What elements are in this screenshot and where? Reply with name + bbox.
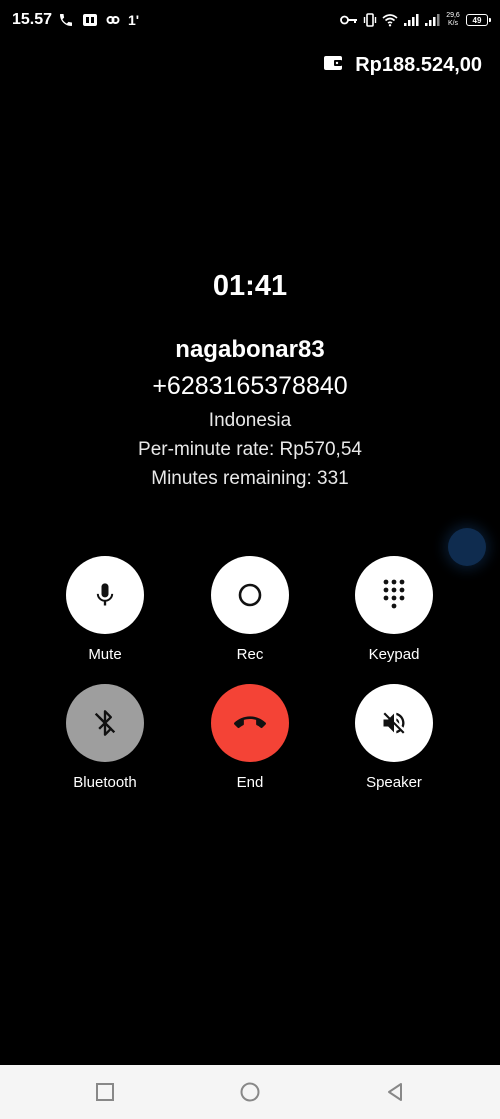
per-minute-rate: Per-minute rate: Rp570,54 — [138, 439, 362, 460]
link-icon — [106, 13, 120, 27]
signal-icon — [424, 13, 440, 27]
keypad-circle[interactable] — [355, 556, 433, 634]
end-call-label: End — [236, 774, 264, 791]
key-icon — [340, 14, 358, 26]
speaker-label: Speaker — [366, 774, 422, 791]
status-right-icons: 29,6 K/s 49 — [340, 9, 491, 31]
mute-label: Mute — [88, 646, 122, 663]
recent-apps-icon[interactable] — [90, 1077, 120, 1107]
balance-amount: Rp188.524,00 — [355, 53, 482, 76]
record-button[interactable]: Rec — [190, 556, 310, 663]
keypad-button[interactable]: Keypad — [334, 556, 454, 663]
hang-up-icon — [234, 707, 266, 739]
call-timer: 01:41 — [212, 270, 288, 302]
dialpad-icon — [381, 578, 407, 612]
bluetooth-circle[interactable] — [66, 684, 144, 762]
status-left-icons: 1' — [58, 9, 139, 31]
speaker-button[interactable]: Speaker — [334, 684, 454, 791]
sim-icon — [82, 12, 98, 28]
end-call-circle[interactable] — [211, 684, 289, 762]
balance: Rp188.524,00 — [323, 52, 482, 78]
country: Indonesia — [208, 410, 292, 431]
bluetooth-button[interactable]: Bluetooth — [45, 684, 165, 791]
navigation-bar — [0, 1065, 500, 1119]
signal-icon — [403, 13, 419, 27]
back-icon[interactable] — [380, 1077, 410, 1107]
home-icon[interactable] — [235, 1077, 265, 1107]
microphone-icon — [91, 581, 119, 609]
record-label: Rec — [236, 646, 264, 663]
mute-button[interactable]: Mute — [45, 556, 165, 663]
bluetooth-label: Bluetooth — [73, 774, 137, 791]
contact-name: nagabonar83 — [175, 336, 325, 363]
speaker-off-icon — [380, 709, 408, 737]
mute-circle[interactable] — [66, 556, 144, 634]
bluetooth-disabled-icon — [91, 709, 119, 737]
record-icon — [236, 581, 264, 609]
battery-level: 49 — [472, 15, 482, 25]
end-call-button[interactable]: End — [190, 684, 310, 791]
status-extra: 1' — [128, 12, 140, 28]
record-circle[interactable] — [211, 556, 289, 634]
net-speed-value: 29,6 — [446, 12, 460, 19]
wifi-icon — [382, 13, 398, 27]
speaker-circle[interactable] — [355, 684, 433, 762]
phone-number: +6283165378840 — [152, 372, 348, 400]
net-speed-unit: K/s — [447, 20, 459, 27]
net-speed: 29,6 K/s — [445, 12, 461, 28]
vibrate-icon — [363, 13, 377, 27]
status-time: 15.57 — [12, 11, 53, 28]
status-bar: 15.57 1' 29,6 K/s 49 — [0, 0, 500, 40]
wallet-icon — [323, 54, 343, 77]
phone-icon — [58, 12, 74, 28]
keypad-label: Keypad — [368, 646, 420, 663]
minutes-remaining: Minutes remaining: 331 — [151, 468, 349, 489]
battery-icon: 49 — [466, 14, 491, 26]
